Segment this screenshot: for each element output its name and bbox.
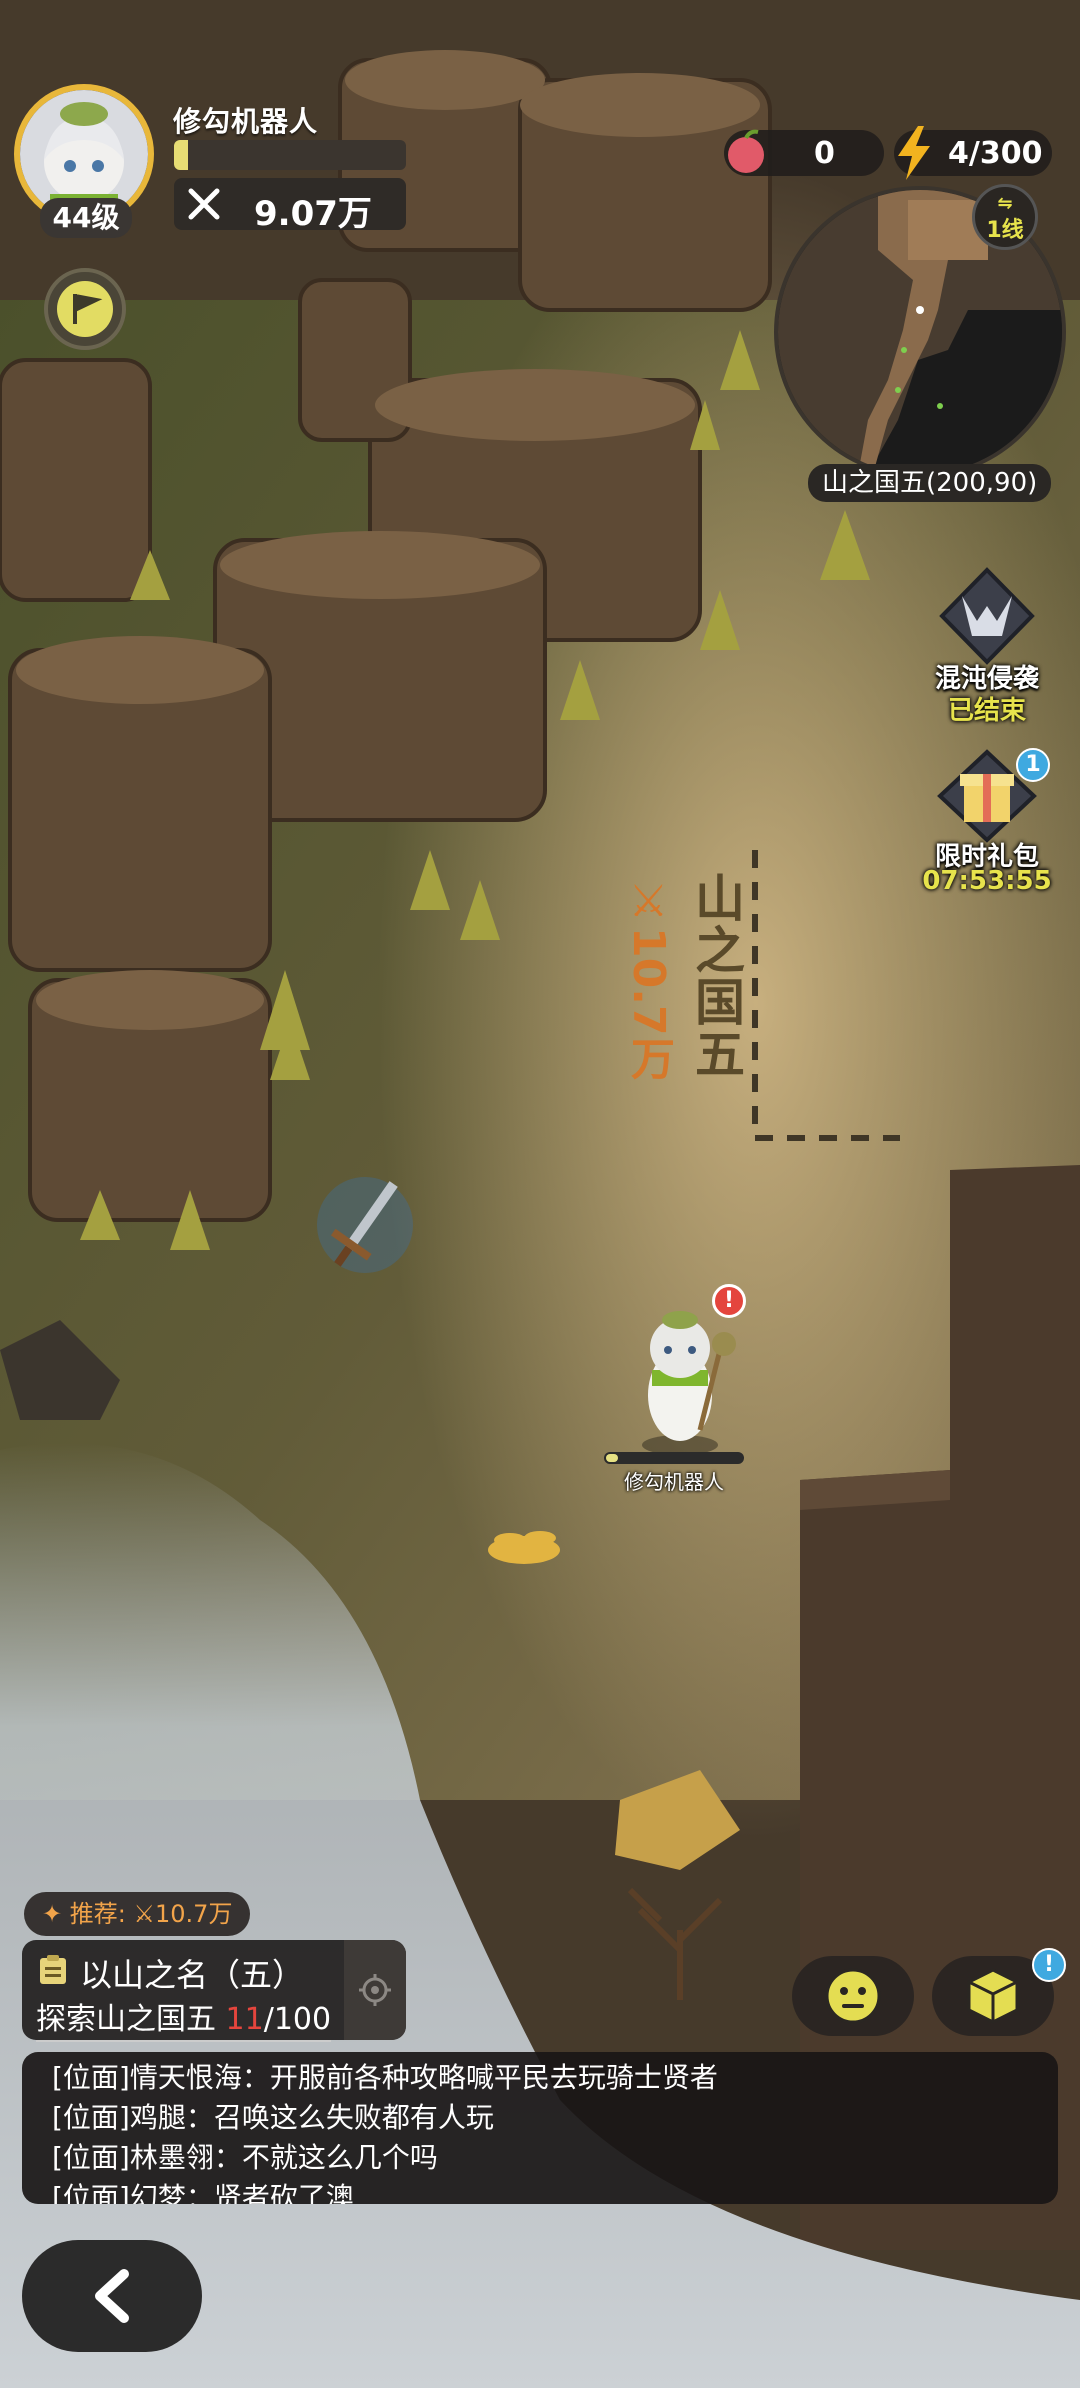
emoji-face-icon [825,1968,881,2024]
cube-icon [967,1968,1019,2024]
emoji-button[interactable] [792,1956,914,2036]
swap-arrows-icon: ⇋ [997,193,1013,214]
crosshair-icon [359,1974,391,2006]
energy-resource[interactable]: 4/300 [894,126,1052,180]
minimap-player-marker [916,306,924,314]
limited-gift-pack-event[interactable]: 1 限时礼包 07:53:55 [912,748,1062,898]
quest-progress-current: 11 [225,2002,264,2037]
quest-tracker[interactable]: 以山之名（五） 探索山之国五 11/100 [22,1940,406,2042]
quest-locate-button[interactable] [344,1940,406,2040]
crossed-swords-icon [188,188,220,220]
quest-objective-text: 探索山之国五 [36,2002,216,2037]
chat-message: [位面]林墨翎：不就这么几个吗 [52,2141,438,2174]
crossed-swords-icon: ⚔ [133,1900,155,1928]
character-name-label: 修勾机器人 [624,1470,724,1494]
sparkle-icon: ✦ [42,1900,63,1928]
lightning-icon [898,126,930,180]
chaos-invasion-event[interactable]: 混沌侵袭 已结束 [912,566,1062,726]
apple-icon [728,129,764,173]
chat-message: [位面]情天恨海：开服前各种攻略喊平民去玩骑士贤者 [52,2061,718,2094]
gift-pack-badge: 1 [1016,748,1050,782]
quest-progress-total: /100 [263,2002,332,2037]
experience-bar [174,140,406,170]
zone-recommended-power: ⚔10.7万 [616,876,680,1080]
zone-name: 山之国五 [687,872,745,1080]
gift-pack-timer: 07:53:55 [922,866,1052,896]
flag-menu-button[interactable] [44,268,126,350]
player-name: 修勾机器人 [173,105,319,138]
recommended-power: ✦ 推荐: ⚔10.7万 [24,1892,251,1936]
flag-icon [57,281,113,337]
chaos-invasion-status: 已结束 [947,696,1026,726]
player-level: 44级 [40,198,132,238]
zone-power-value: 10.7万 [623,927,674,1080]
server-line-label: 1线 [986,218,1024,243]
back-button[interactable] [22,2240,202,2352]
chat-message: [位面]鸡腿：召唤这么失败都有人玩 [52,2101,494,2134]
apple-count: 0 [814,136,835,171]
recommended-label: 推荐: [69,1900,126,1928]
recommended-power-value: 10.7万 [155,1900,233,1928]
clipboard-icon [40,1955,66,1984]
chaos-helmet-icon [939,567,1035,665]
quest-title: 以山之名（五） [80,1956,305,1994]
experience-bar-fill [174,140,188,170]
player-power: 9.07万 [174,178,406,234]
chat-message: [位面]幻梦：贤者砍了澳 [52,2181,354,2204]
energy-count: 4/300 [948,136,1043,171]
player-power-value: 9.07万 [254,194,372,234]
power-icon: ⚔ [623,876,674,927]
quest-objective: 探索山之国五 11/100 [36,1994,332,2042]
box-badge: ! [1032,1948,1066,1982]
box-button[interactable]: ! [932,1948,1066,2036]
chat-panel[interactable]: [位面]情天恨海：开服前各种攻略喊平民去玩骑士贤者 [位面]鸡腿：召唤这么失败都… [22,2052,1058,2204]
chevron-left-icon [95,2269,129,2323]
server-line-button[interactable]: ⇋ 1线 [972,184,1038,250]
apple-resource[interactable]: 0 [724,129,884,176]
location-coordinates: 山之国五(200,90) [808,464,1052,502]
character-alert-icon[interactable]: ! [712,1284,746,1318]
